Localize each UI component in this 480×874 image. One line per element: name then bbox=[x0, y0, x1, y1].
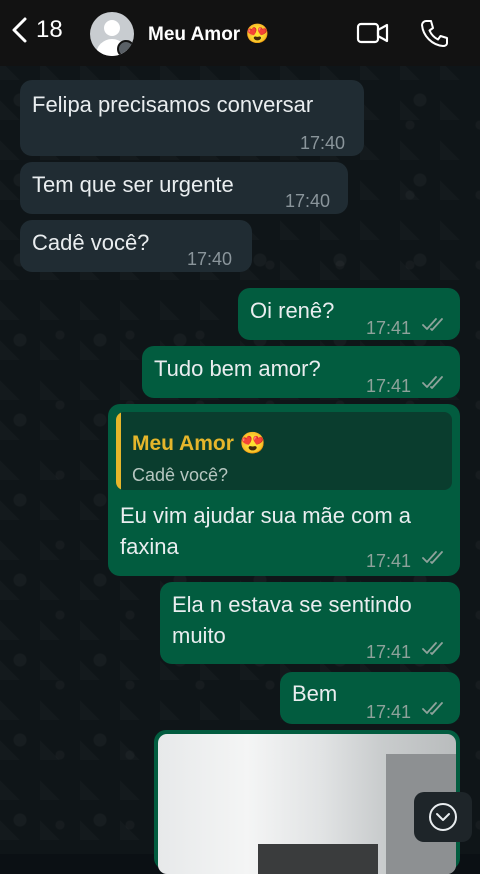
message-text: Cadê você? bbox=[32, 230, 150, 255]
message-outgoing[interactable]: Bem 17:41 bbox=[280, 672, 460, 724]
message-time: 17:40 bbox=[300, 133, 346, 153]
message-incoming[interactable]: Cadê você? 17:40 bbox=[20, 220, 252, 272]
message-time: 17:41 bbox=[366, 551, 412, 571]
message-outgoing[interactable]: Oi renê? 17:41 bbox=[238, 288, 460, 340]
phone-icon[interactable] bbox=[420, 18, 448, 48]
scroll-to-bottom-button[interactable] bbox=[414, 792, 472, 842]
double-check-icon bbox=[422, 318, 443, 331]
quote-text: Cadê você? bbox=[132, 465, 229, 485]
quote-author: Meu Amor 😍 bbox=[132, 432, 266, 455]
contact-name[interactable]: Meu Amor 😍 bbox=[148, 22, 269, 46]
message-text: Ela n estava se sentindo bbox=[172, 592, 412, 617]
double-check-icon bbox=[422, 376, 443, 389]
message-time: 17:41 bbox=[366, 318, 412, 338]
message-text: Oi renê? bbox=[250, 298, 335, 323]
photo-thumbnail[interactable] bbox=[158, 734, 456, 874]
message-text: Felipa precisamos conversar bbox=[32, 92, 314, 117]
message-time: 17:40 bbox=[285, 191, 331, 211]
chat-header: 18 Meu Amor 😍 bbox=[0, 0, 480, 66]
message-time: 17:41 bbox=[366, 642, 412, 662]
chevron-left-icon bbox=[12, 17, 27, 43]
message-incoming[interactable]: Tem que ser urgente 17:40 bbox=[20, 162, 348, 214]
message-text: Eu vim ajudar sua mãe com a bbox=[120, 503, 412, 528]
avatar[interactable] bbox=[90, 12, 134, 56]
video-camera-icon[interactable] bbox=[356, 18, 390, 48]
double-check-icon bbox=[422, 642, 443, 655]
back-button[interactable]: 18 bbox=[8, 16, 63, 44]
message-outgoing[interactable]: Ela n estava se sentindo muito 17:41 bbox=[160, 582, 460, 664]
message-text: Bem bbox=[292, 681, 338, 706]
message-text: muito bbox=[172, 623, 226, 648]
message-text: Tudo bem amor? bbox=[154, 356, 321, 381]
message-text: faxina bbox=[120, 534, 179, 559]
message-time: 17:41 bbox=[366, 702, 412, 722]
double-check-icon bbox=[422, 702, 443, 715]
message-outgoing[interactable]: Tudo bem amor? 17:41 bbox=[142, 346, 460, 398]
chevron-down-circle-icon bbox=[429, 803, 457, 831]
message-time: 17:41 bbox=[366, 376, 412, 396]
message-outgoing-reply[interactable]: Meu Amor 😍 Cadê você? Eu vim ajudar sua … bbox=[108, 404, 460, 576]
message-time: 17:40 bbox=[187, 249, 233, 269]
unread-count: 18 bbox=[36, 16, 63, 43]
message-incoming[interactable]: Felipa precisamos conversar 17:40 bbox=[20, 80, 364, 156]
status-icon bbox=[117, 40, 134, 56]
message-text: Tem que ser urgente bbox=[32, 172, 234, 197]
quoted-message[interactable]: Meu Amor 😍 Cadê você? bbox=[116, 412, 452, 490]
double-check-icon bbox=[422, 551, 443, 564]
